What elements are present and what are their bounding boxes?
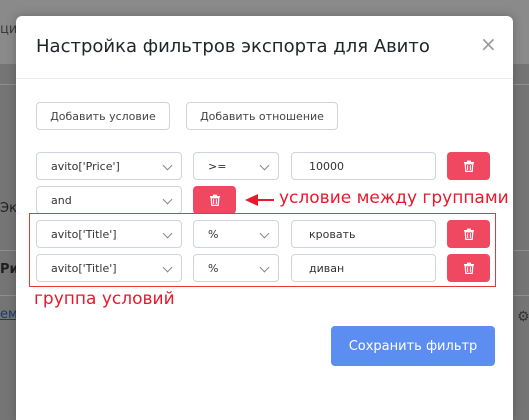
add-relation-button[interactable]: Добавить отношение <box>186 102 338 130</box>
trash-icon <box>463 228 474 240</box>
delete-condition-button[interactable] <box>447 254 490 282</box>
relation-select[interactable]: and <box>36 186 182 214</box>
field-select[interactable]: avito['Price'] <box>36 152 182 180</box>
operator-select[interactable]: >= <box>193 152 279 180</box>
save-filter-button[interactable]: Сохранить фильтр <box>331 326 495 366</box>
operator-select-value: >= <box>208 159 227 173</box>
annotation-group-label: группа условий <box>34 289 175 309</box>
modal-title: Настройка фильтров экспорта для Авито <box>36 36 430 57</box>
trash-icon <box>209 194 220 206</box>
relation-select-value: and <box>51 193 72 207</box>
chevron-down-icon <box>259 262 270 273</box>
value-input-text: 10000 <box>309 159 344 173</box>
delete-condition-button[interactable] <box>447 220 490 248</box>
chevron-down-icon <box>259 228 270 239</box>
field-select-value: avito['Price'] <box>51 159 120 173</box>
chevron-down-icon <box>162 262 173 273</box>
value-input[interactable]: 10000 <box>291 152 436 180</box>
field-select-value: avito['Title'] <box>51 261 117 275</box>
chevron-down-icon <box>162 160 173 171</box>
field-select[interactable]: avito['Title'] <box>36 220 182 248</box>
field-select[interactable]: avito['Title'] <box>36 254 182 282</box>
filter-settings-modal: Настройка фильтров экспорта для Авито × … <box>16 16 513 420</box>
gear-icon: ⚙ <box>517 309 529 325</box>
operator-select[interactable]: % <box>193 254 279 282</box>
close-icon[interactable]: × <box>480 34 497 54</box>
trash-icon <box>463 262 474 274</box>
annotation-between-groups: условие между группами <box>279 188 509 208</box>
value-input-text: кровать <box>309 227 356 241</box>
chevron-down-icon <box>259 160 270 171</box>
chevron-down-icon <box>162 194 173 205</box>
value-input[interactable]: кровать <box>291 220 436 248</box>
add-condition-button[interactable]: Добавить условие <box>36 102 170 130</box>
value-input[interactable]: диван <box>291 254 436 282</box>
operator-select[interactable]: % <box>193 220 279 248</box>
operator-select-value: % <box>208 261 219 275</box>
delete-condition-button[interactable] <box>447 152 490 180</box>
operator-select-value: % <box>208 227 219 241</box>
delete-relation-button[interactable] <box>193 186 236 214</box>
header-divider <box>16 78 513 79</box>
trash-icon <box>463 160 474 172</box>
chevron-down-icon <box>162 228 173 239</box>
value-input-text: диван <box>309 261 345 275</box>
annotation-arrow <box>245 194 274 206</box>
field-select-value: avito['Title'] <box>51 227 117 241</box>
